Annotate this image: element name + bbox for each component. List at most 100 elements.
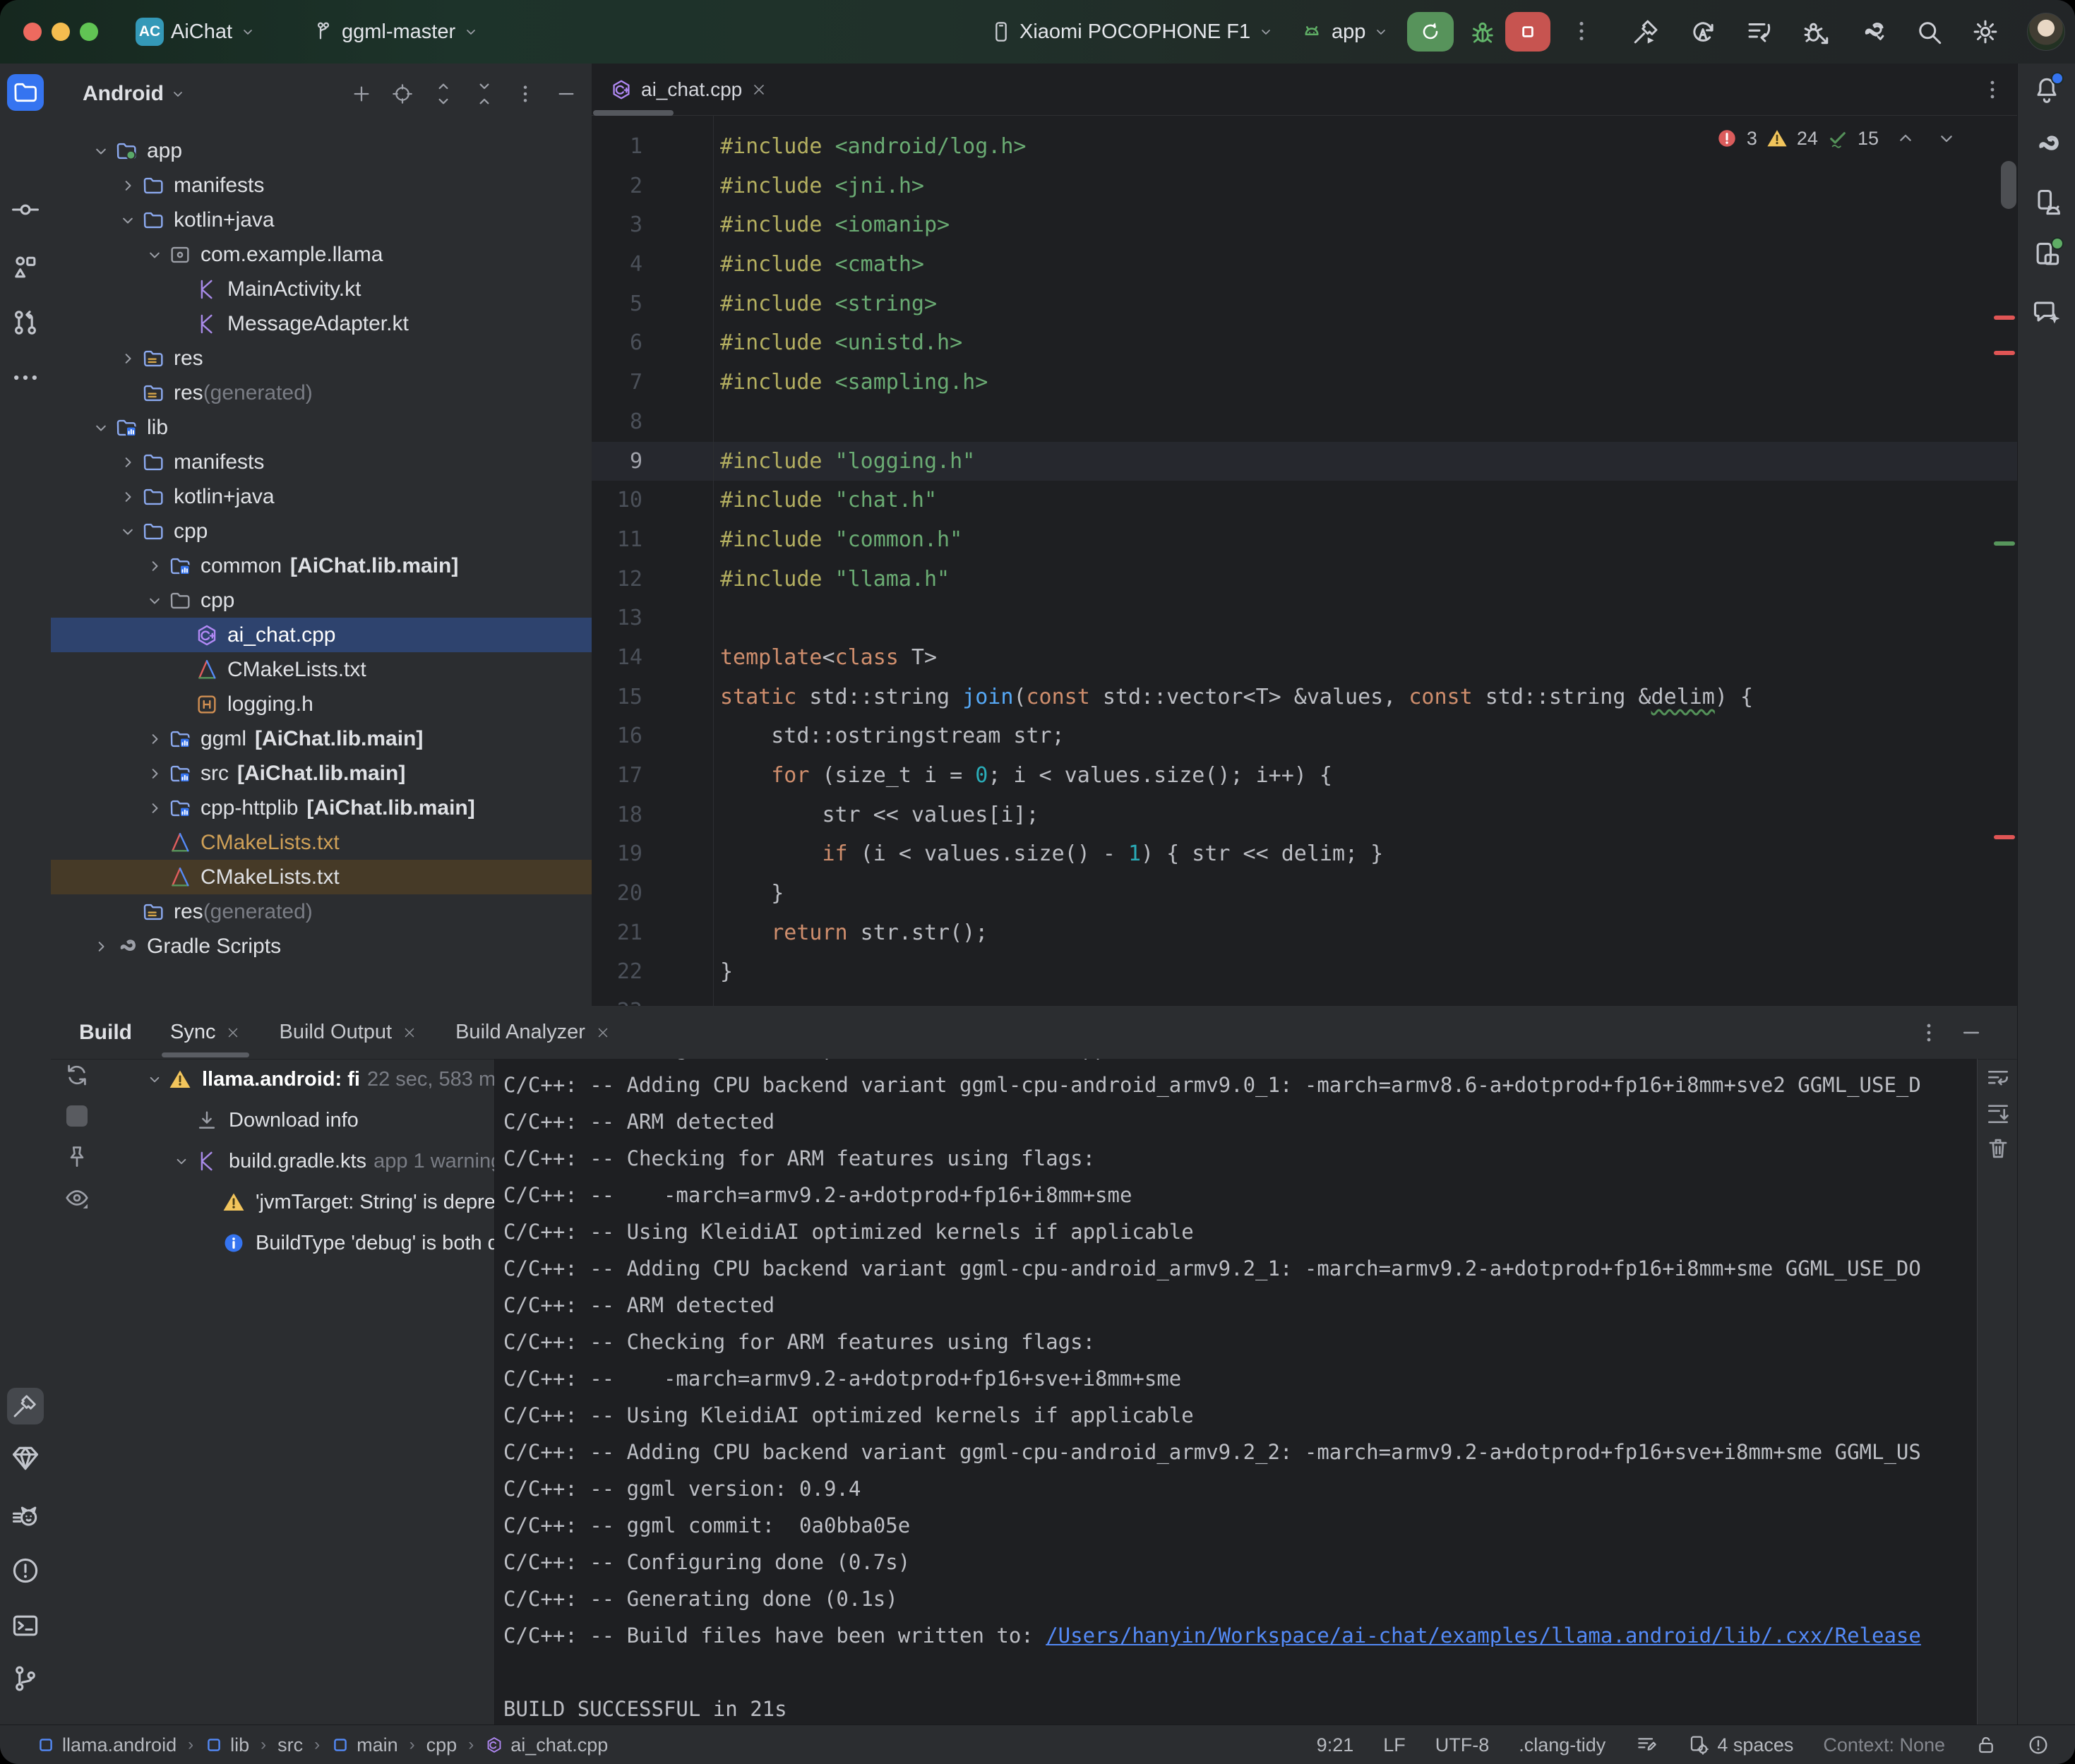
code-line-4[interactable]: 4#include <cmath> bbox=[592, 245, 2017, 284]
project-widget[interactable]: AC AiChat bbox=[136, 0, 256, 64]
project-view-selector[interactable]: Android bbox=[83, 82, 186, 106]
re-sync-icon[interactable] bbox=[64, 1062, 90, 1088]
tool-stripe-app-quality-insights-icon[interactable] bbox=[10, 1443, 41, 1474]
code-line-23[interactable]: 23 bbox=[592, 992, 2017, 1006]
code-line-2[interactable]: 2#include <jni.h> bbox=[592, 167, 2017, 206]
tree-item-gradle-scripts[interactable]: Gradle Scripts bbox=[51, 929, 592, 964]
apply-code-changes-button[interactable] bbox=[1745, 17, 1774, 47]
code-line-5[interactable]: 5#include <string> bbox=[592, 284, 2017, 324]
breadcrumb-llama-android[interactable]: llama.android bbox=[37, 1734, 177, 1756]
tool-stripe-problems-icon[interactable] bbox=[10, 1555, 41, 1586]
soft-wrap-icon[interactable] bbox=[1985, 1064, 2011, 1091]
code-line-8[interactable]: 8 bbox=[592, 402, 2017, 442]
editor-scrollbar[interactable] bbox=[2001, 161, 2016, 209]
tree-item-src[interactable]: src[AiChat.lib.main] bbox=[51, 756, 592, 791]
code-line-14[interactable]: 14template<class T> bbox=[592, 638, 2017, 678]
rerun-button[interactable] bbox=[1407, 12, 1454, 52]
tree-item-kotlin-java[interactable]: kotlin+java bbox=[51, 479, 592, 514]
error-stripe-mark[interactable] bbox=[1994, 351, 2015, 355]
build-tree-item[interactable]: llama.android: fi22 sec, 583 ms bbox=[100, 1059, 494, 1100]
gradle-sync-button[interactable] bbox=[1858, 17, 1887, 47]
build-tree-item[interactable]: 'jvmTarget: String' is deprec bbox=[100, 1182, 494, 1223]
code-line-10[interactable]: 10#include "chat.h" bbox=[592, 481, 2017, 520]
problems-status-icon[interactable] bbox=[2027, 1734, 2050, 1756]
settings-button[interactable] bbox=[1971, 17, 2000, 47]
chevron-right-icon[interactable] bbox=[116, 452, 140, 472]
chevron-down-icon[interactable] bbox=[116, 210, 140, 230]
tree-item-ggml[interactable]: ggml[AiChat.lib.main] bbox=[51, 721, 592, 756]
branch-widget[interactable]: ggml-master bbox=[312, 0, 479, 64]
code-line-21[interactable]: 21 return str.str(); bbox=[592, 913, 2017, 953]
code-line-20[interactable]: 20 } bbox=[592, 874, 2017, 913]
user-avatar[interactable] bbox=[2027, 13, 2065, 51]
expand-all-icon[interactable] bbox=[432, 83, 455, 105]
chevron-down-icon[interactable] bbox=[141, 1070, 168, 1088]
hide-panel-icon[interactable] bbox=[555, 83, 578, 105]
collapse-all-icon[interactable] bbox=[473, 83, 496, 105]
tree-item-app[interactable]: app bbox=[51, 133, 592, 168]
code-line-17[interactable]: 17 for (size_t i = 0; i < values.size();… bbox=[592, 756, 2017, 796]
apply-changes-restart-button[interactable] bbox=[1688, 17, 1718, 47]
tool-stripe-running-devices-icon[interactable] bbox=[2031, 239, 2062, 270]
locate-file-icon[interactable] bbox=[391, 83, 414, 105]
hide-build-panel-icon[interactable] bbox=[1959, 1021, 1983, 1045]
chevron-right-icon[interactable] bbox=[116, 487, 140, 507]
tree-item-cmakelists-txt[interactable]: CMakeLists.txt bbox=[51, 860, 592, 894]
build-tab-build-output[interactable]: Build Output bbox=[279, 1006, 417, 1059]
chevron-down-icon[interactable] bbox=[168, 1152, 195, 1170]
code-line-19[interactable]: 19 if (i < values.size() - 1) { str << d… bbox=[592, 834, 2017, 874]
chevron-down-icon[interactable] bbox=[116, 522, 140, 541]
attach-debugger-button[interactable] bbox=[1801, 17, 1831, 47]
build-tab-sync[interactable]: Sync bbox=[170, 1006, 241, 1059]
tree-item-com-example-llama[interactable]: com.example.llama bbox=[51, 237, 592, 272]
chevron-down-icon[interactable] bbox=[89, 141, 113, 161]
tool-stripe-commit-icon[interactable] bbox=[10, 194, 41, 225]
close-tab-icon[interactable] bbox=[595, 1025, 611, 1040]
close-window-button[interactable] bbox=[23, 23, 42, 41]
code-line-7[interactable]: 7#include <sampling.h> bbox=[592, 363, 2017, 402]
breadcrumb-src[interactable]: src bbox=[277, 1734, 303, 1756]
tree-item-mainactivity-kt[interactable]: MainActivity.kt bbox=[51, 272, 592, 306]
code-line-11[interactable]: 11#include "common.h" bbox=[592, 520, 2017, 560]
chevron-right-icon[interactable] bbox=[143, 764, 167, 784]
device-selector[interactable]: Xiaomi POCOPHONE F1 bbox=[990, 0, 1274, 64]
tool-stripe-notifications-icon[interactable] bbox=[2031, 74, 2062, 105]
code-line-6[interactable]: 6#include <unistd.h> bbox=[592, 323, 2017, 363]
chevron-right-icon[interactable] bbox=[116, 176, 140, 196]
close-tab-icon[interactable] bbox=[402, 1025, 417, 1040]
tool-stripe-device-manager-icon[interactable] bbox=[2031, 187, 2062, 218]
tree-item-cmakelists-txt[interactable]: CMakeLists.txt bbox=[51, 652, 592, 687]
code-line-1[interactable]: 1#include <android/log.h> bbox=[592, 127, 2017, 167]
chevron-right-icon[interactable] bbox=[143, 798, 167, 818]
console-link[interactable]: /Users/hanyin/Workspace/ai-chat/examples… bbox=[1046, 1624, 1921, 1648]
encoding[interactable]: UTF-8 bbox=[1435, 1734, 1490, 1756]
close-tab-icon[interactable] bbox=[225, 1025, 241, 1040]
code-line-18[interactable]: 18 str << values[i]; bbox=[592, 796, 2017, 835]
close-tab-icon[interactable] bbox=[751, 81, 767, 98]
code-line-16[interactable]: 16 std::ostringstream str; bbox=[592, 716, 2017, 756]
tree-item-manifests[interactable]: manifests bbox=[51, 168, 592, 203]
code-line-9[interactable]: 9#include "logging.h" bbox=[592, 442, 2017, 481]
build-tree-item[interactable]: BuildType 'debug' is both de bbox=[100, 1223, 494, 1264]
tree-item-res[interactable]: res (generated) bbox=[51, 376, 592, 410]
pin-icon[interactable] bbox=[64, 1144, 90, 1170]
tree-item-res[interactable]: res (generated) bbox=[51, 894, 592, 929]
build-button[interactable] bbox=[1632, 17, 1661, 47]
debug-button[interactable] bbox=[1469, 18, 1497, 46]
breadcrumb-main[interactable]: main bbox=[331, 1734, 398, 1756]
tree-item-res[interactable]: res bbox=[51, 341, 592, 376]
code-line-12[interactable]: 12#include "llama.h" bbox=[592, 560, 2017, 599]
code-line-22[interactable]: 22} bbox=[592, 952, 2017, 992]
tree-item-logging-h[interactable]: logging.h bbox=[51, 687, 592, 721]
more-run-options-button[interactable] bbox=[1569, 18, 1594, 44]
error-stripe-mark[interactable] bbox=[1994, 835, 2015, 839]
search-button[interactable] bbox=[1914, 17, 1944, 47]
error-stripe-mark[interactable] bbox=[1994, 316, 2015, 320]
tree-item-messageadapter-kt[interactable]: MessageAdapter.kt bbox=[51, 306, 592, 341]
tool-stripe-project-icon[interactable] bbox=[7, 74, 44, 111]
maximize-window-button[interactable] bbox=[80, 23, 98, 41]
tool-stripe-build-tool-icon[interactable] bbox=[7, 1388, 44, 1424]
scroll-to-end-icon[interactable] bbox=[1985, 1100, 2011, 1127]
tree-item-common[interactable]: common[AiChat.lib.main] bbox=[51, 548, 592, 583]
chevron-right-icon[interactable] bbox=[143, 729, 167, 749]
